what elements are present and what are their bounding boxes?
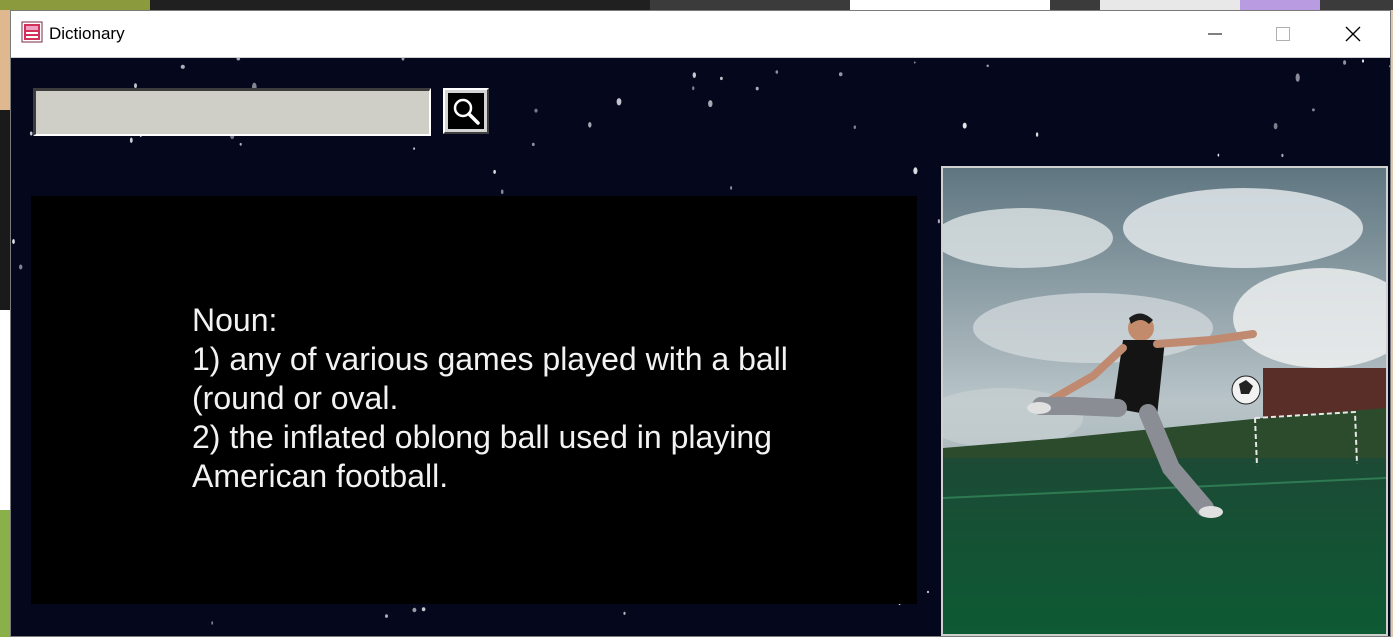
dictionary-app-icon <box>21 21 43 43</box>
star <box>708 100 713 108</box>
dictionary-window: Dictionary Noun: 1) any of various games… <box>10 10 1391 637</box>
minimize-icon <box>1208 33 1222 35</box>
star <box>239 142 242 146</box>
star <box>1312 108 1315 112</box>
star <box>838 72 843 77</box>
minimize-button[interactable] <box>1181 11 1249 57</box>
star <box>937 219 941 224</box>
search-input[interactable] <box>33 88 431 136</box>
star <box>692 72 696 78</box>
star <box>623 611 626 615</box>
maximize-button[interactable] <box>1249 11 1317 57</box>
star <box>421 607 426 612</box>
football-player-kicking-ball-photo <box>943 168 1386 634</box>
star <box>413 147 416 150</box>
star <box>19 264 23 270</box>
star <box>1343 60 1347 65</box>
star <box>385 614 388 618</box>
star <box>914 61 916 64</box>
title-bar[interactable]: Dictionary <box>11 11 1390 57</box>
close-icon <box>1345 26 1361 42</box>
definition-panel: Noun: 1) any of various games played wit… <box>31 196 917 604</box>
star <box>986 64 989 68</box>
star <box>588 122 592 128</box>
close-button[interactable] <box>1319 11 1387 57</box>
client-area: Noun: 1) any of various games played wit… <box>11 57 1390 636</box>
window-title: Dictionary <box>49 24 125 43</box>
star <box>913 167 918 175</box>
star <box>1273 122 1278 130</box>
star <box>1389 65 1390 68</box>
maximize-icon <box>1276 27 1290 41</box>
definition-text: Noun: 1) any of various games played wit… <box>192 302 788 494</box>
star <box>692 86 695 91</box>
star <box>1217 153 1220 157</box>
search-button[interactable] <box>443 88 489 134</box>
star <box>616 98 622 106</box>
star <box>211 621 214 625</box>
star <box>412 607 417 613</box>
star <box>1035 132 1039 137</box>
star <box>853 125 856 129</box>
star <box>1362 59 1364 63</box>
star <box>755 86 759 91</box>
star <box>500 189 504 195</box>
star <box>534 108 538 113</box>
star <box>493 169 496 174</box>
star <box>720 76 723 81</box>
star <box>12 239 15 244</box>
star <box>730 186 733 190</box>
star <box>129 137 133 143</box>
star <box>1295 73 1300 82</box>
star <box>1281 153 1284 158</box>
search-icon <box>453 98 480 125</box>
star <box>531 142 535 147</box>
star <box>775 70 779 74</box>
star <box>180 64 185 69</box>
star <box>962 122 967 129</box>
star <box>236 58 241 61</box>
star <box>927 590 929 594</box>
result-image-frame <box>941 166 1388 636</box>
star <box>401 58 405 61</box>
